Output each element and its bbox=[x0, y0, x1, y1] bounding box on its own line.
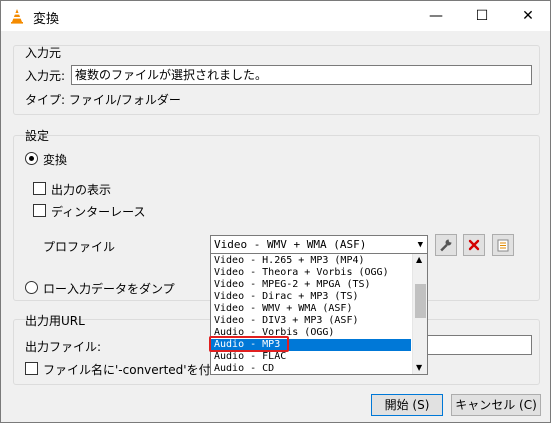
append-converted-checkbox[interactable] bbox=[25, 362, 38, 375]
profile-option[interactable]: Video - Theora + Vorbis (OGG) bbox=[211, 267, 411, 279]
profile-option[interactable]: Video - Dirac + MP3 (TS) bbox=[211, 291, 411, 303]
scrollbar-thumb[interactable] bbox=[415, 284, 426, 318]
convert-radio[interactable] bbox=[25, 152, 38, 165]
convert-label: 変換 bbox=[43, 153, 68, 167]
source-input-label: 入力元: bbox=[25, 69, 66, 83]
profile-option[interactable]: Video - H.265 + MP3 (MP4) bbox=[211, 255, 411, 267]
profile-option[interactable]: Video - WMV + WMA (ASF) bbox=[211, 303, 411, 315]
dump-raw-label: ロー入力データをダンプ bbox=[43, 282, 175, 296]
destination-file-input[interactable] bbox=[421, 335, 532, 355]
profile-dropdown-list[interactable]: Video - H.265 + MP3 (MP4) Video - Theora… bbox=[210, 253, 428, 375]
vlc-cone-icon bbox=[11, 9, 23, 24]
dropdown-scrollbar[interactable]: ▲ ▼ bbox=[412, 254, 427, 374]
wrench-icon bbox=[440, 239, 452, 252]
chevron-down-icon: ▼ bbox=[417, 240, 423, 250]
selection-highlight-annotation bbox=[209, 336, 289, 352]
deinterlace-label: ディンターレース bbox=[51, 205, 146, 219]
title-bar: 変換 — ☐ ✕ bbox=[1, 1, 550, 31]
scroll-up-arrow-icon[interactable]: ▲ bbox=[416, 256, 422, 264]
source-input[interactable]: 複数のファイルが選択されました。 bbox=[71, 65, 532, 85]
source-type-label: タイプ: ファイル/フォルダー bbox=[25, 93, 181, 107]
window-title: 変換 bbox=[33, 12, 60, 27]
start-button[interactable]: 開始 (S) bbox=[371, 394, 443, 416]
show-output-checkbox[interactable] bbox=[33, 182, 46, 195]
destination-group-title: 出力用URL bbox=[25, 314, 85, 328]
edit-profile-button[interactable] bbox=[435, 234, 457, 256]
close-button[interactable]: ✕ bbox=[505, 1, 551, 31]
new-profile-icon bbox=[497, 239, 509, 252]
profile-option[interactable]: Video - MPEG-2 + MPGA (TS) bbox=[211, 279, 411, 291]
profile-option[interactable]: Audio - FLAC bbox=[211, 351, 411, 363]
destination-file-label: 出力ファイル: bbox=[25, 340, 102, 354]
profile-label: プロファイル bbox=[43, 240, 116, 254]
profile-option[interactable]: Audio - CD bbox=[211, 363, 411, 375]
profile-option[interactable]: Video - DIV3 + MP3 (ASF) bbox=[211, 315, 411, 327]
source-group-title: 入力元 bbox=[25, 46, 62, 60]
show-output-label: 出力の表示 bbox=[51, 183, 112, 197]
convert-dialog: 変換 — ☐ ✕ 入力元 入力元: 複数のファイルが選択されました。 タイプ: … bbox=[0, 0, 551, 423]
dump-raw-radio[interactable] bbox=[25, 281, 38, 294]
delete-icon bbox=[468, 239, 480, 251]
maximize-button[interactable]: ☐ bbox=[459, 1, 505, 31]
deinterlace-checkbox[interactable] bbox=[33, 204, 46, 217]
cancel-button[interactable]: キャンセル (C) bbox=[451, 394, 541, 416]
scroll-down-arrow-icon[interactable]: ▼ bbox=[416, 364, 422, 372]
profile-select-value: Video - WMV + WMA (ASF) bbox=[214, 238, 367, 251]
radio-selected-dot bbox=[29, 156, 34, 161]
new-profile-button[interactable] bbox=[492, 234, 514, 256]
delete-profile-button[interactable] bbox=[463, 234, 485, 256]
minimize-button[interactable]: — bbox=[413, 1, 459, 31]
settings-group-title: 設定 bbox=[25, 129, 50, 143]
append-converted-label: ファイル名に'-converted'を付 bbox=[43, 363, 211, 377]
profile-select[interactable]: Video - WMV + WMA (ASF) ▼ bbox=[210, 235, 428, 255]
